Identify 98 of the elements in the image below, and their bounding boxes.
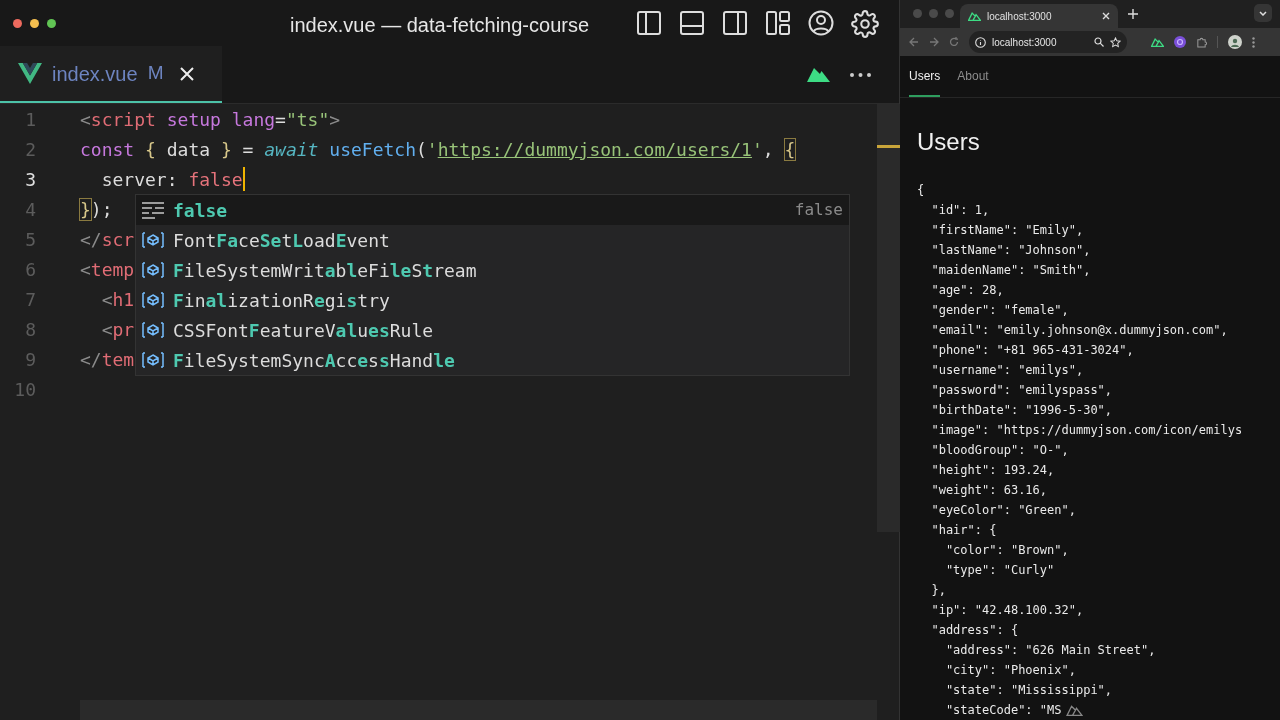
close-icon[interactable] [1102, 12, 1110, 20]
suggestion-item[interactable]: FontFaceSetLoadEvent [136, 225, 849, 255]
json-line: "city": "Phoenix", [944, 662, 1076, 679]
star-icon[interactable] [1110, 36, 1121, 48]
nav-link[interactable]: Users [909, 56, 941, 97]
cube-icon [141, 261, 165, 279]
suggestion-item[interactable]: CSSFontFeatureValuesRule [136, 315, 849, 345]
code-line: <script setup lang="ts"> [80, 107, 341, 132]
code-line: </scr [80, 227, 135, 252]
json-line: "address": { [930, 622, 1019, 639]
settings-icon[interactable] [851, 10, 879, 38]
primary-sidebar-icon[interactable] [636, 10, 662, 36]
url-text: localhost:3000 [992, 35, 1058, 50]
info-icon[interactable] [975, 36, 986, 48]
editor-tab[interactable]: index.vue M [0, 46, 222, 103]
nuxt-logo-icon[interactable] [806, 66, 831, 83]
code-line: }); [80, 197, 113, 222]
cube-icon [141, 231, 165, 249]
json-line: "weight": 63.16, [930, 482, 1048, 499]
secondary-sidebar-icon[interactable] [722, 10, 748, 36]
forward-icon[interactable] [929, 37, 939, 47]
suggestion-item[interactable]: false false [136, 195, 849, 225]
extension-icon[interactable] [1174, 36, 1186, 48]
cube-icon [141, 291, 165, 309]
suggestion-item[interactable]: FinalizationRegistry [136, 285, 849, 315]
suggestion-item[interactable]: FileSystemWritableFileStream [136, 255, 849, 285]
line-number: 4 [24, 197, 37, 222]
code-line: server: false [100, 167, 243, 192]
line-number: 8 [24, 317, 37, 342]
vue-logo-icon [18, 63, 42, 84]
json-line: "hair": { [930, 522, 997, 539]
json-line: "phone": "+81 965-431-3024", [930, 342, 1134, 359]
account-icon[interactable] [808, 10, 834, 36]
code-line: </tem [80, 347, 135, 372]
more-icon[interactable] [850, 73, 871, 77]
page-heading: Users [916, 127, 981, 157]
browser-tab[interactable]: localhost:3000 [960, 4, 1118, 28]
avatar-icon[interactable] [1228, 35, 1242, 49]
line-number: 10 [13, 377, 37, 402]
json-line: "gender": "female", [930, 302, 1069, 319]
line-number: 3 [24, 167, 37, 192]
tab-label: index.vue [52, 61, 138, 87]
json-line: "stateCode": "MS [944, 702, 1062, 719]
line-number: 7 [24, 287, 37, 312]
json-line: "ip": "42.48.100.32", [930, 602, 1084, 619]
line-number: 2 [24, 137, 37, 162]
nav-link[interactable]: About [957, 56, 989, 97]
cube-icon [141, 321, 165, 339]
json-line: "firstName": "Emily", [930, 222, 1084, 239]
reload-icon[interactable] [949, 37, 959, 47]
json-line: "username": "emilys", [930, 362, 1084, 379]
json-line: "bloodGroup": "O-", [930, 442, 1069, 459]
json-line: "birthDate": "1996-5-30", [930, 402, 1113, 419]
json-line: }, [930, 582, 946, 599]
address-bar[interactable]: localhost:3000 [969, 31, 1127, 53]
json-line: "image": "https://dummyjson.com/icon/emilys [930, 422, 1243, 439]
code-line: <pr [100, 317, 135, 342]
json-line: "age": 28, [930, 282, 1004, 299]
back-icon[interactable] [909, 37, 919, 47]
json-line: { [917, 182, 925, 199]
extensions-puzzle-icon[interactable] [1196, 36, 1207, 48]
json-line: "state": "Mississippi", [944, 682, 1113, 699]
close-icon[interactable] [179, 65, 196, 82]
json-line: "id": 1, [930, 202, 990, 219]
json-line: "maidenName": "Smith", [930, 262, 1091, 279]
code-line: const { data } = await useFetch('https://dummyjson.com/users/1', { [80, 137, 796, 162]
line-number: 1 [24, 107, 37, 132]
code-line: <temp [80, 257, 135, 282]
line-number: 5 [24, 227, 37, 252]
tab-list-button[interactable] [1254, 4, 1272, 22]
json-line: "email": "emily.johnson@x.dummyjson.com", [930, 322, 1228, 339]
json-line: "lastName": "Johnson", [930, 242, 1091, 259]
json-line: "type": "Curly" [944, 562, 1055, 579]
suggestion-item[interactable]: FileSystemSyncAccessHandle [136, 345, 849, 375]
json-line: "password": "emilyspass", [930, 382, 1113, 399]
scrollbar[interactable] [877, 104, 900, 532]
overview-ruler-marker [877, 145, 900, 148]
modified-indicator: M [147, 61, 164, 86]
nuxt-devtools-icon[interactable] [1065, 704, 1083, 716]
keyword-icon [141, 200, 165, 220]
zoom-icon[interactable] [1094, 37, 1104, 47]
nuxt-logo-icon [968, 11, 981, 21]
json-line: "color": "Brown", [944, 542, 1069, 559]
tab-title: localhost:3000 [987, 9, 1053, 24]
line-number: 9 [24, 347, 37, 372]
json-line: "address": "626 Main Street", [944, 642, 1156, 659]
json-line: "eyeColor": "Green", [930, 502, 1076, 519]
new-tab-icon[interactable] [1128, 9, 1138, 19]
chevron-down-icon [1259, 10, 1267, 16]
window-title: index.vue — data-fetching-course [290, 13, 590, 38]
nuxt-logo-icon[interactable] [1151, 37, 1164, 47]
line-number: 6 [24, 257, 37, 282]
panel-icon[interactable] [679, 10, 705, 36]
window-controls[interactable] [13, 18, 56, 28]
cube-icon [141, 351, 165, 369]
code-line: <h1 [100, 287, 135, 312]
json-line: "height": 193.24, [930, 462, 1055, 479]
layout-icon[interactable] [765, 10, 791, 36]
